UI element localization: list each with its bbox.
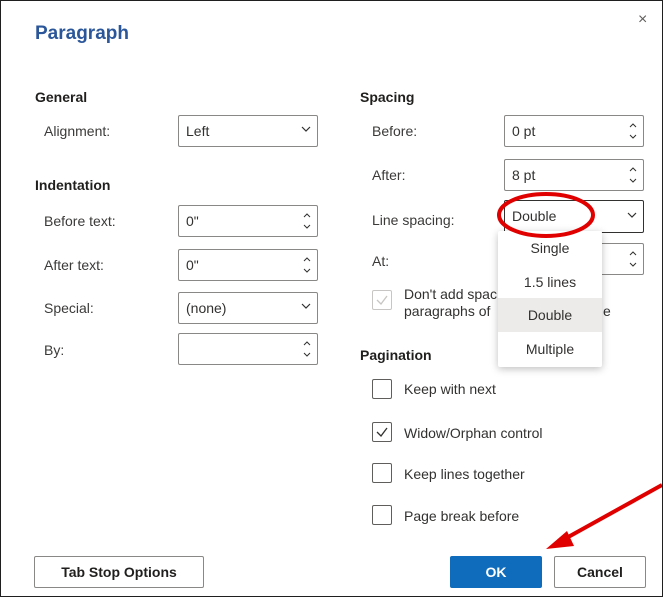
annotation-circle bbox=[497, 192, 595, 238]
annotation-overlay bbox=[497, 192, 662, 549]
annotation-arrow-shaft bbox=[560, 483, 662, 543]
paragraph-dialog: Paragraph × General Alignment: Left Inde… bbox=[0, 0, 663, 597]
annotation-arrow-head bbox=[546, 531, 574, 549]
